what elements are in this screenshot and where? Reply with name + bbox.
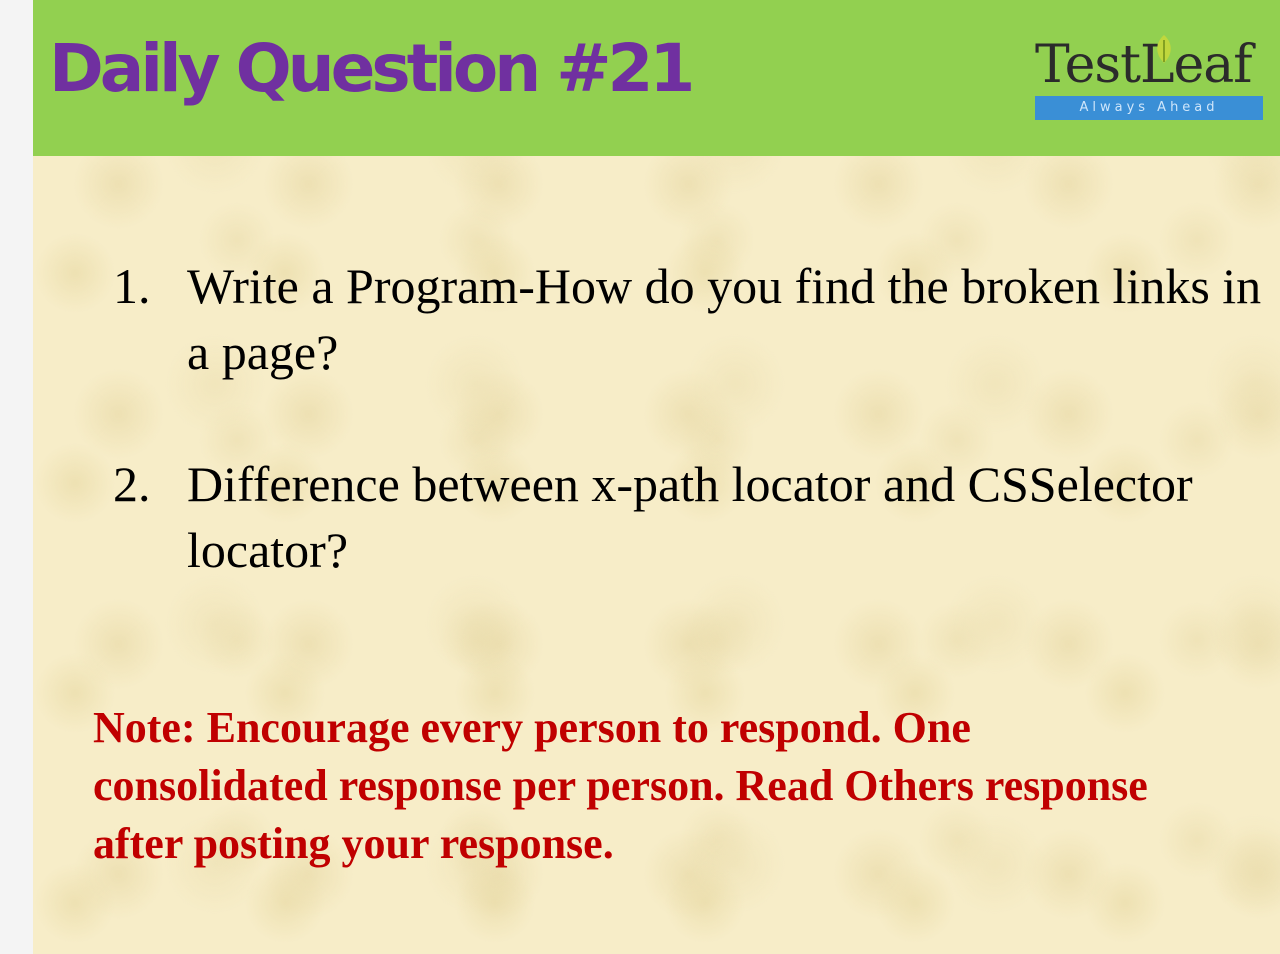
question-text: Difference between x-path locator and CS… <box>187 456 1193 578</box>
leaf-icon <box>1157 35 1171 63</box>
testleaf-logo: Test​Leaf Always Ahead <box>1035 34 1263 122</box>
question-text: Write a Program-How do you find the brok… <box>187 258 1262 380</box>
logo-tagline: Always Ahead <box>1035 96 1263 120</box>
question-item: 2. Difference between x-path locator and… <box>113 451 1273 583</box>
question-item: 1. Write a Program-How do you find the b… <box>113 253 1273 385</box>
page-title: Daily Question #21 <box>49 30 695 107</box>
note-text: Note: Encourage every person to respond.… <box>93 703 1148 868</box>
question-number: 1. <box>113 258 151 314</box>
slide: Daily Question #21 Test​Leaf Always Ahea… <box>33 0 1280 954</box>
question-number: 2. <box>113 456 151 512</box>
question-list: 1. Write a Program-How do you find the b… <box>113 253 1273 583</box>
logo-wordmark: Test​Leaf <box>1035 35 1253 95</box>
header-bar: Daily Question #21 Test​Leaf Always Ahea… <box>33 0 1280 156</box>
